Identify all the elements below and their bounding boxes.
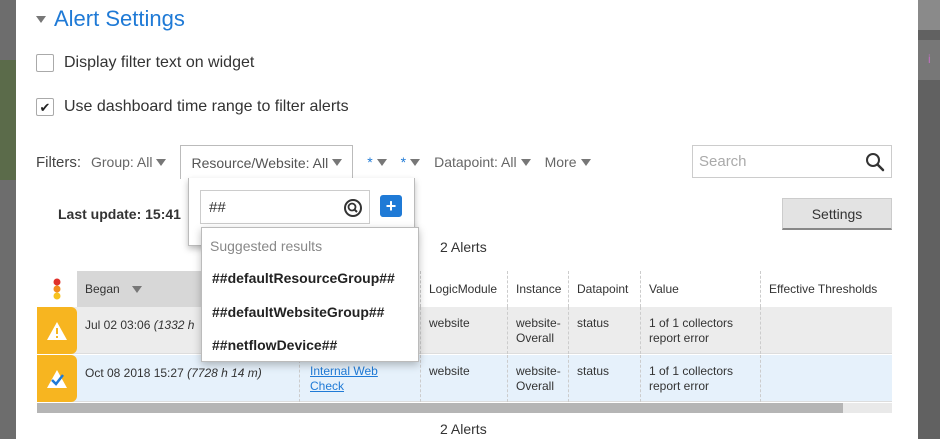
filter-instance[interactable]: *: [400, 154, 421, 170]
last-update-text: Last update: 15:41: [58, 206, 181, 222]
value-line-1: 1 of 1 collectors: [649, 364, 734, 378]
sort-desc-icon: [131, 285, 142, 293]
use-dashboard-time-option[interactable]: ✔ Use dashboard time range to filter ale…: [36, 98, 349, 116]
filter-logicmodule-label: *: [367, 154, 373, 170]
value-cell: 1 of 1 collectors report error: [640, 307, 760, 354]
use-dashboard-time-label: Use dashboard time range to filter alert…: [64, 98, 349, 115]
severity-cell: [37, 355, 77, 402]
column-value[interactable]: Value: [640, 271, 760, 307]
value-line-2: report error: [649, 379, 710, 393]
severity-column-header[interactable]: [37, 271, 77, 307]
filter-instance-label: *: [400, 154, 407, 170]
thresholds-cell: [760, 355, 892, 402]
suggestion-item[interactable]: ##netflowDevice##: [212, 337, 337, 353]
chevron-down-icon: [410, 158, 421, 166]
instance-cell: website- Overall: [507, 307, 568, 354]
filter-group-label: Group: All: [91, 154, 153, 170]
chevron-down-icon: [520, 158, 531, 166]
filters-label: Filters:: [36, 153, 81, 171]
severity-cell: [37, 307, 77, 354]
background-text: i: [928, 52, 931, 66]
alert-count-top: 2 Alerts: [440, 239, 487, 255]
filter-datapoint[interactable]: Datapoint: All: [434, 154, 531, 170]
use-dashboard-time-checkbox[interactable]: ✔: [36, 98, 54, 116]
alert-settings-section-toggle[interactable]: Alert Settings: [36, 6, 185, 32]
settings-button[interactable]: Settings: [782, 198, 892, 230]
filter-resource-website[interactable]: Resource/Website: All: [180, 145, 354, 179]
filter-resource-label: Resource/Website: All: [191, 154, 329, 171]
suggestion-item[interactable]: ##defaultWebsiteGroup##: [212, 304, 384, 320]
display-filter-text-label: Display filter text on widget: [64, 54, 255, 71]
severity-stack-icon: [53, 278, 61, 300]
began-cell: Oct 08 2018 15:27 (7728 h 14 m): [77, 355, 299, 402]
logicmodule-cell: website: [420, 355, 507, 402]
widget-settings-modal: Alert Settings Display filter text on wi…: [16, 0, 918, 439]
search-input[interactable]: Search: [692, 145, 892, 178]
datapoint-cell: status: [568, 307, 640, 354]
warning-icon: [47, 321, 67, 340]
caret-down-icon: [36, 15, 46, 23]
table-horizontal-scrollbar[interactable]: [37, 403, 892, 413]
column-datapoint-label: Datapoint: [577, 282, 629, 296]
acknowledged-icon: [47, 369, 67, 388]
thresholds-cell: [760, 307, 892, 354]
column-began-label: Began: [85, 282, 120, 296]
column-logicmodule-label: LogicModule: [429, 282, 498, 296]
table-row[interactable]: Oct 08 2018 15:27 (7728 h 14 m) Internal…: [37, 355, 892, 402]
filter-more-label: More: [544, 154, 577, 170]
value-cell: 1 of 1 collectors report error: [640, 355, 760, 402]
background-right-top: [918, 0, 940, 30]
filter-datapoint-label: Datapoint: All: [434, 154, 517, 170]
table-header: Began LogicModule Instance Datapoint Val…: [37, 271, 892, 307]
suggested-results-dropdown: Suggested results ##defaultResourceGroup…: [201, 227, 419, 362]
resource-filter-value: ##: [209, 198, 226, 216]
checkmark-icon: ✔: [39, 99, 51, 115]
display-filter-text-checkbox[interactable]: [36, 54, 54, 72]
chevron-down-icon: [580, 158, 591, 166]
filter-group[interactable]: Group: All: [91, 154, 167, 170]
instance-line-2: Overall: [516, 379, 555, 393]
began-duration: (1332 h: [153, 318, 195, 332]
add-filter-button[interactable]: +: [380, 195, 402, 217]
search-icon[interactable]: [865, 152, 885, 176]
value-line-2: report error: [649, 331, 710, 345]
chevron-down-icon: [156, 158, 167, 166]
filter-more[interactable]: More: [545, 154, 591, 170]
logicmodule-cell: website: [420, 307, 507, 354]
search-placeholder: Search: [699, 153, 747, 170]
column-instance-label: Instance: [516, 282, 562, 296]
value-line-1: 1 of 1 collectors: [649, 316, 734, 330]
column-value-label: Value: [649, 282, 679, 296]
began-duration: (7728 h 14 m): [187, 366, 262, 380]
column-instance[interactable]: Instance: [507, 271, 568, 307]
display-filter-text-option[interactable]: Display filter text on widget: [36, 54, 254, 72]
datapoint-cell: status: [568, 355, 640, 402]
instance-line-1: website-: [516, 364, 561, 378]
search-icon[interactable]: [343, 198, 363, 222]
began-date: Oct 08 2018 15:27: [85, 366, 184, 380]
instance-line-2: Overall: [516, 331, 555, 345]
filters-bar: Filters: Group: All Resource/Website: Al…: [36, 145, 605, 179]
suggested-results-header: Suggested results: [210, 238, 323, 254]
column-datapoint[interactable]: Datapoint: [568, 271, 640, 307]
resource-link-line-2[interactable]: Check: [310, 379, 344, 393]
background-left-panel: [0, 60, 16, 180]
chevron-down-icon: [376, 158, 387, 166]
alert-count-bottom: 2 Alerts: [440, 421, 487, 437]
resource-cell: Internal Web Check: [299, 355, 420, 402]
column-logicmodule[interactable]: LogicModule: [420, 271, 507, 307]
resource-filter-input[interactable]: ##: [200, 190, 370, 224]
chevron-down-icon: [332, 159, 343, 166]
column-effective-thresholds[interactable]: Effective Thresholds: [760, 271, 886, 307]
section-title: Alert Settings: [54, 6, 185, 31]
instance-line-1: website-: [516, 316, 561, 330]
column-thresholds-label: Effective Thresholds: [769, 282, 878, 296]
suggestion-item[interactable]: ##defaultResourceGroup##: [212, 270, 395, 286]
instance-cell: website- Overall: [507, 355, 568, 402]
scrollbar-thumb[interactable]: [37, 403, 843, 413]
filter-logicmodule[interactable]: *: [367, 154, 387, 170]
table-row[interactable]: Jul 02 03:06 (1332 h website website- Ov…: [37, 307, 892, 354]
resource-link[interactable]: Internal Web: [310, 364, 378, 378]
began-date: Jul 02 03:06: [85, 318, 151, 332]
